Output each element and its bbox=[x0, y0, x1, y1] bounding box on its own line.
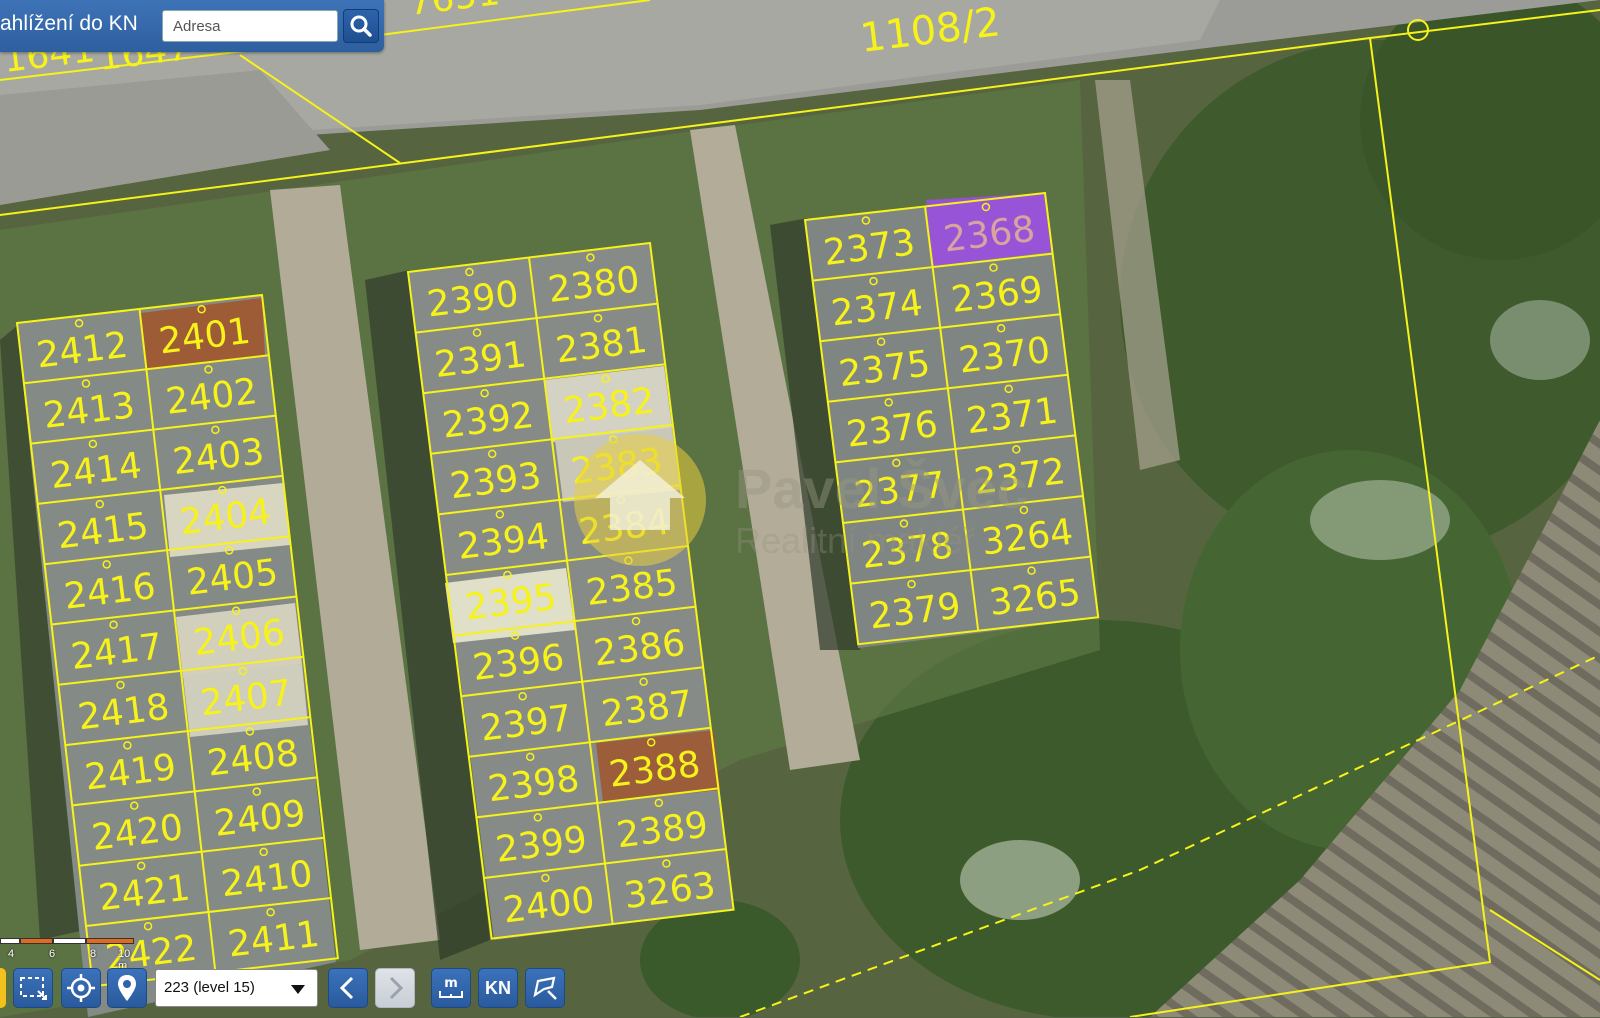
address-search-input[interactable] bbox=[162, 10, 338, 42]
prev-arrow-icon bbox=[339, 976, 354, 1000]
svg-text:m: m bbox=[444, 976, 458, 991]
scale-tick: 6 bbox=[49, 948, 56, 960]
layer-button[interactable] bbox=[0, 968, 6, 1008]
kn-label: KN bbox=[485, 978, 511, 998]
select-area-icon bbox=[20, 977, 47, 1000]
next-view-button[interactable] bbox=[375, 968, 415, 1008]
top-search-bar: ahlížení do KN bbox=[0, 0, 384, 52]
chevron-down-icon bbox=[291, 985, 305, 994]
previous-view-button[interactable] bbox=[328, 968, 368, 1008]
measure-icon: m bbox=[439, 976, 463, 998]
zoom-level-select[interactable]: 223 (level 15) bbox=[155, 969, 318, 1007]
select-area-button[interactable] bbox=[13, 968, 53, 1008]
zoom-level-value: 223 (level 15) bbox=[164, 979, 255, 996]
locate-button[interactable] bbox=[61, 968, 101, 1008]
next-arrow-icon bbox=[389, 976, 404, 1000]
scale-bar: 4 6 8 10 m bbox=[0, 938, 140, 972]
pin-icon bbox=[118, 975, 136, 1001]
draw-button[interactable] bbox=[525, 968, 565, 1008]
search-icon bbox=[350, 15, 372, 37]
app-title: ahlížení do KN bbox=[0, 12, 138, 35]
scale-tick: 8 bbox=[90, 948, 97, 960]
map-view[interactable]: 2412 24012413 24022414 24032415 24042416 2405… bbox=[0, 0, 1600, 1017]
pin-button[interactable] bbox=[107, 968, 147, 1008]
search-button[interactable] bbox=[343, 9, 379, 43]
map-toolbar: 223 (level 15) m KN bbox=[0, 960, 600, 1018]
draw-icon bbox=[533, 976, 557, 1000]
locate-icon bbox=[67, 974, 95, 1002]
measure-button[interactable]: m bbox=[431, 968, 471, 1008]
kn-button[interactable]: KN bbox=[478, 968, 518, 1008]
scale-tick: 4 bbox=[8, 948, 15, 960]
